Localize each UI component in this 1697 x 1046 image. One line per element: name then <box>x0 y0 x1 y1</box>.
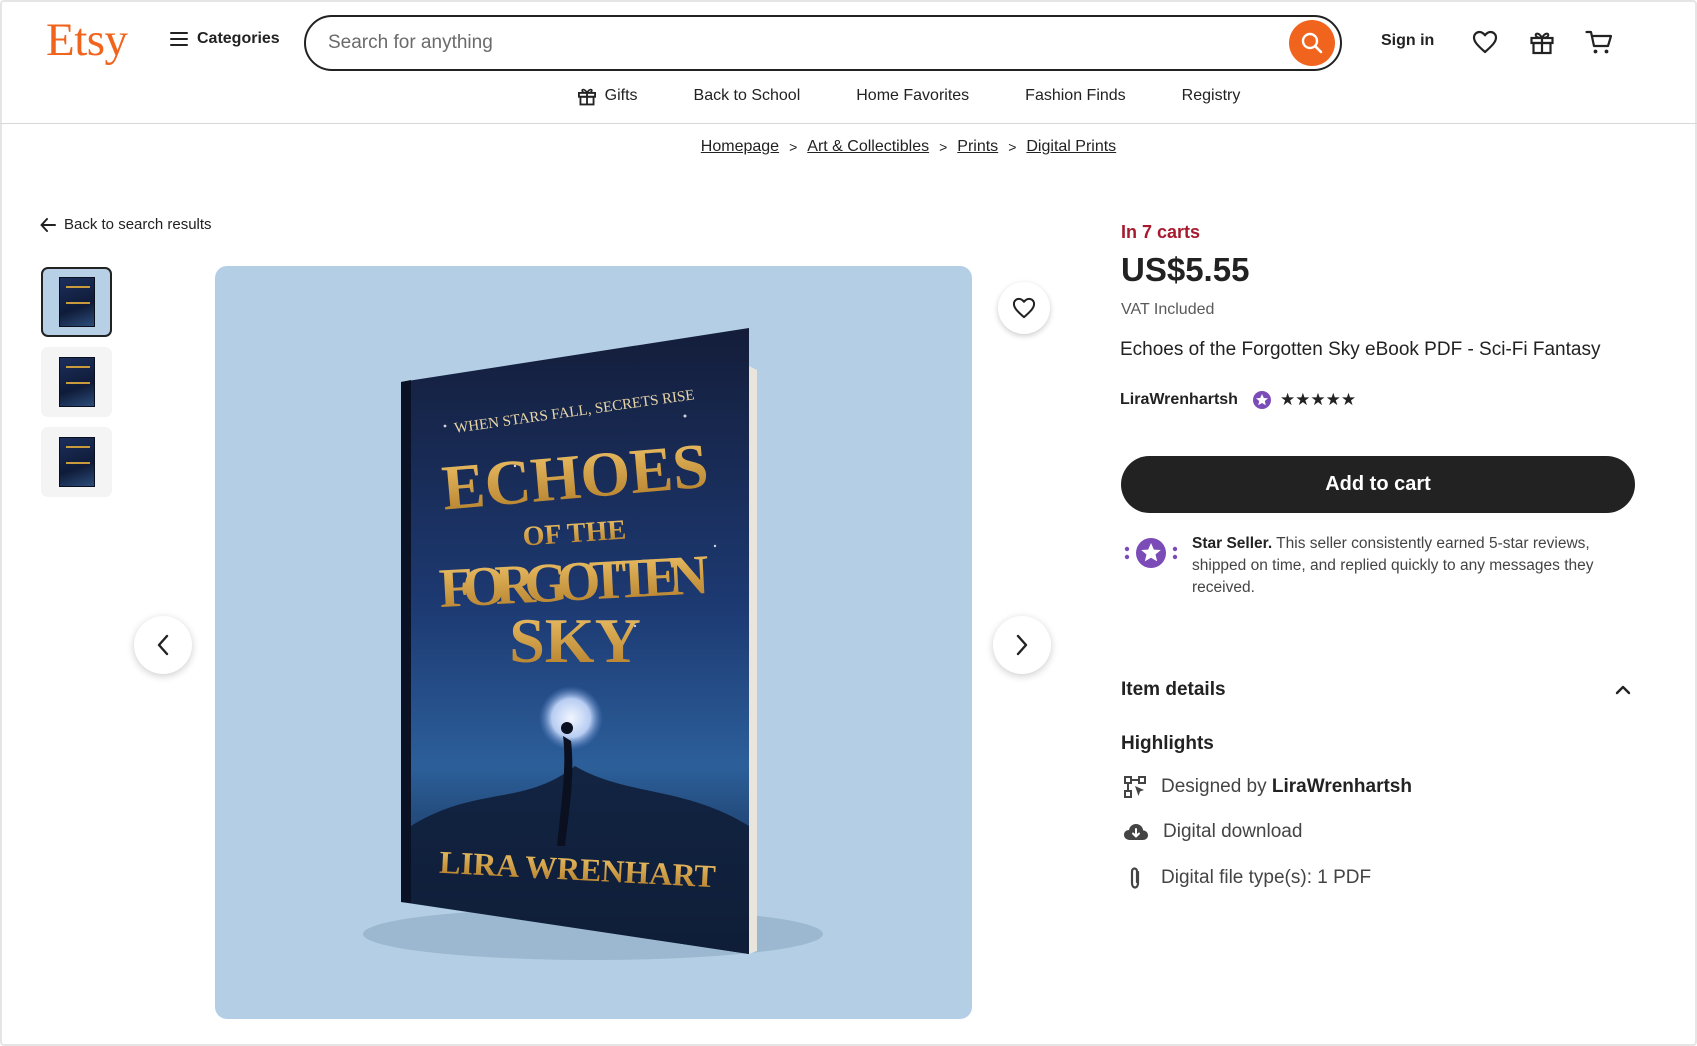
item-details-heading: Item details <box>1121 679 1226 700</box>
nav-item-back-to-school[interactable]: Back to School <box>694 80 801 112</box>
etsy-logo[interactable]: Etsy <box>46 13 128 67</box>
thumbnail-2[interactable] <box>41 347 112 417</box>
chevron-right-icon: > <box>939 139 948 155</box>
design-tool-icon <box>1124 776 1146 798</box>
back-to-search-link[interactable]: Back to search results <box>40 216 212 233</box>
back-link-label: Back to search results <box>64 216 212 233</box>
cart-count-notice: In 7 carts <box>1121 222 1201 242</box>
highlight-digital-download: Digital download <box>1123 821 1302 843</box>
designer-name-link[interactable]: LiraWrenhartsh <box>1272 776 1412 797</box>
nav-item-label: Gifts <box>604 87 638 104</box>
categories-button[interactable]: Categories <box>170 30 280 48</box>
star-seller-description: Star Seller. This seller consistently ea… <box>1192 533 1642 599</box>
heart-icon <box>1012 297 1036 319</box>
nav-item-fashion-finds[interactable]: Fashion Finds <box>1025 80 1126 112</box>
product-title: Echoes of the Forgotten Sky eBook PDF - … <box>1120 339 1601 360</box>
gift-button[interactable] <box>1526 26 1558 58</box>
star-seller-notice: Star Seller. This seller consistently ea… <box>1124 533 1644 599</box>
search-bar <box>304 15 1342 71</box>
category-nav: Gifts Back to School Home Favorites Fash… <box>0 80 1697 124</box>
search-button[interactable] <box>1289 20 1335 66</box>
chevron-right-icon: > <box>1008 139 1017 155</box>
thumbnail-3[interactable] <box>41 427 112 497</box>
cart-button[interactable] <box>1583 26 1615 58</box>
gift-icon <box>577 88 596 106</box>
thumbnail-1[interactable] <box>41 267 112 337</box>
star-seller-heading: Star Seller. <box>1192 535 1273 552</box>
digital-download-label: Digital download <box>1163 821 1303 842</box>
nav-item-home-favorites[interactable]: Home Favorites <box>856 80 969 112</box>
thumbnail-image <box>58 277 95 327</box>
chevron-right-icon: > <box>789 139 798 155</box>
previous-image-button[interactable] <box>134 616 192 674</box>
highlights-heading: Highlights <box>1121 733 1214 754</box>
breadcrumb-prints[interactable]: Prints <box>957 138 998 156</box>
star-seller-icon <box>1124 538 1178 568</box>
chevron-up-icon <box>1615 685 1631 695</box>
seller-row: LiraWrenhartsh ★★★★★ <box>1120 390 1356 410</box>
categories-label: Categories <box>197 30 280 47</box>
arrow-left-icon <box>40 217 56 232</box>
product-price: US$5.55 <box>1121 251 1250 288</box>
seller-name-link[interactable]: LiraWrenhartsh <box>1120 391 1238 409</box>
thumbnail-image <box>58 357 95 407</box>
product-image[interactable]: WHEN STARS FALL, SECRETS RISE ECHOES OF … <box>215 266 972 1019</box>
search-icon <box>1301 32 1323 54</box>
favorite-item-button[interactable] <box>998 282 1050 334</box>
breadcrumb: Homepage > Art & Collectibles > Prints >… <box>0 138 1697 156</box>
item-details-toggle[interactable]: Item details <box>1121 679 1631 701</box>
gift-icon <box>1530 32 1554 55</box>
designed-by-prefix: Designed by <box>1161 776 1267 797</box>
header-divider <box>0 123 1697 124</box>
search-input[interactable] <box>328 32 1228 54</box>
cart-icon <box>1585 30 1613 54</box>
seller-rating[interactable]: ★★★★★ <box>1252 390 1356 410</box>
breadcrumb-homepage[interactable]: Homepage <box>701 138 779 156</box>
next-image-button[interactable] <box>993 616 1051 674</box>
add-to-cart-button[interactable]: Add to cart <box>1121 456 1635 513</box>
chevron-left-icon <box>157 634 169 656</box>
heart-icon <box>1472 30 1498 54</box>
sign-in-link[interactable]: Sign in <box>1381 32 1434 50</box>
nav-item-registry[interactable]: Registry <box>1182 80 1241 112</box>
cloud-download-icon <box>1124 824 1148 840</box>
thumbnail-image <box>58 437 95 487</box>
highlight-file-type: Digital file type(s): 1 PDF <box>1123 866 1371 890</box>
breadcrumb-digital-prints[interactable]: Digital Prints <box>1026 138 1116 156</box>
highlight-designed-by: Designed by LiraWrenhartsh <box>1123 775 1412 799</box>
breadcrumb-art-collectibles[interactable]: Art & Collectibles <box>807 138 929 156</box>
thumbnail-list <box>41 267 112 497</box>
star-rating-icons: ★★★★★ <box>1279 390 1357 409</box>
book-title-line-4: SKY <box>509 605 641 676</box>
file-type-label: Digital file type(s): 1 PDF <box>1161 867 1372 888</box>
designed-by-label: Designed by LiraWrenhartsh <box>1161 776 1412 798</box>
nav-item-gifts[interactable]: Gifts <box>577 80 638 112</box>
menu-icon <box>170 32 188 46</box>
vat-note: VAT Included <box>1121 301 1215 318</box>
book-cover-image: WHEN STARS FALL, SECRETS RISE ECHOES OF … <box>363 328 823 960</box>
paperclip-icon <box>1130 867 1140 889</box>
favorites-button[interactable] <box>1469 26 1501 58</box>
chevron-right-icon <box>1016 634 1028 656</box>
star-seller-badge-icon <box>1252 391 1271 409</box>
